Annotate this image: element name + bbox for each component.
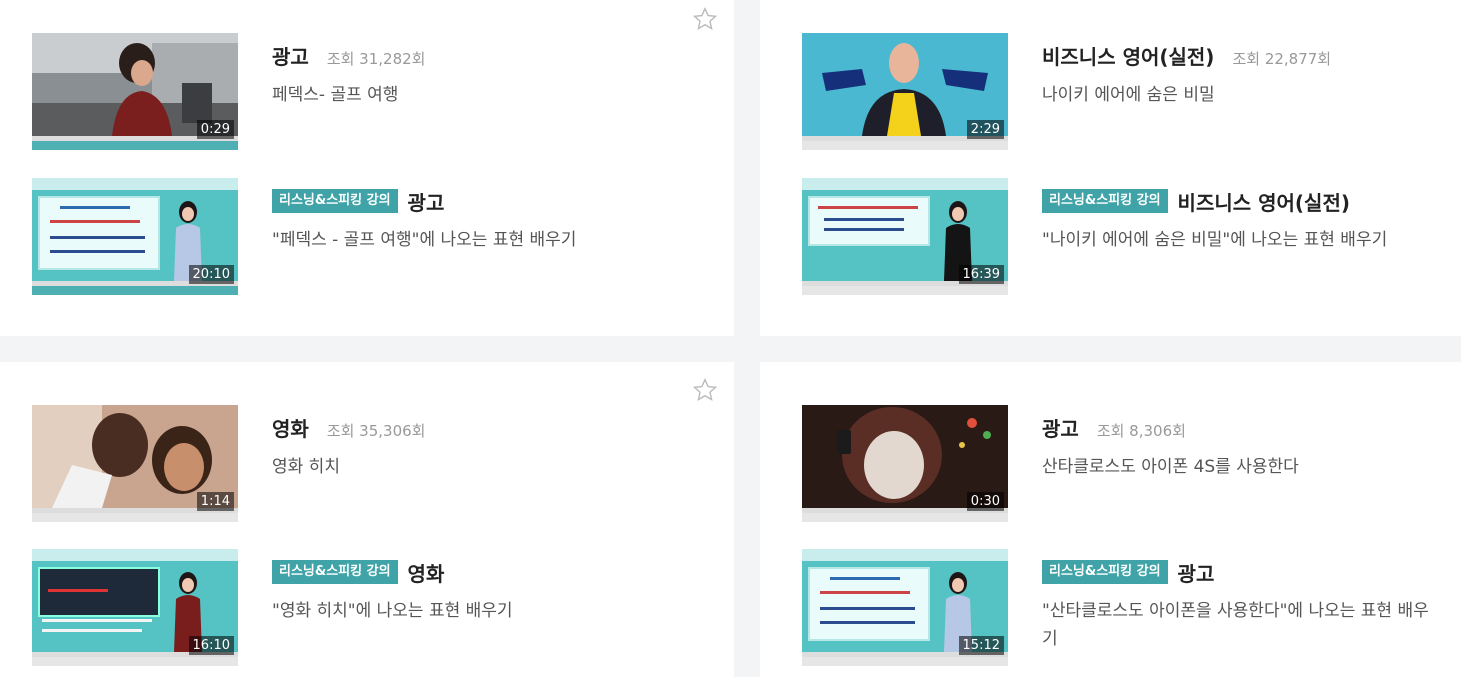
view-count: 조회 22,877회 <box>1232 50 1332 68</box>
star-icon[interactable] <box>692 377 718 403</box>
duration-label: 16:10 <box>188 636 234 655</box>
video-info: 영화 조회 35,306회 영화 히치 <box>272 413 692 481</box>
lecture-info: 리스닝&스피킹 강의 영화 "영화 히치"에 나오는 표현 배우기 <box>272 557 692 625</box>
video-info: 비즈니스 영어(실전) 조회 22,877회 나이키 에어에 숨은 비밀 <box>1042 41 1461 109</box>
duration-label: 0:30 <box>966 492 1004 511</box>
lecture-thumbnail[interactable]: 16:10 <box>32 549 238 666</box>
lecture-subtitle[interactable]: "나이키 에어에 숨은 비밀"에 나오는 표현 배우기 <box>1042 226 1461 254</box>
lecture-subtitle[interactable]: "산타클로스도 아이폰을 사용한다"에 나오는 표현 배우기 <box>1042 597 1432 653</box>
video-title[interactable]: 비즈니스 영어(실전) <box>1042 41 1214 70</box>
video-subtitle[interactable]: 영화 히치 <box>272 453 692 481</box>
lecture-title[interactable]: 광고 <box>1178 558 1215 587</box>
lecture-thumbnail[interactable]: 20:10 <box>32 178 238 295</box>
view-count: 조회 31,282회 <box>326 50 426 68</box>
video-subtitle[interactable]: 나이키 에어에 숨은 비밀 <box>1042 81 1461 109</box>
lecture-thumbnail[interactable]: 16:39 <box>802 178 1008 295</box>
lecture-thumbnail[interactable]: 15:12 <box>802 549 1008 666</box>
lecture-subtitle[interactable]: "페덱스 - 골프 여행"에 나오는 표현 배우기 <box>272 226 692 254</box>
view-count: 조회 8,306회 <box>1096 422 1186 440</box>
lecture-title[interactable]: 광고 <box>408 187 445 216</box>
video-thumbnail[interactable]: 1:14 <box>32 405 238 522</box>
video-info: 광고 조회 31,282회 페덱스- 골프 여행 <box>272 41 692 109</box>
lecture-badge: 리스닝&스피킹 강의 <box>1042 189 1168 213</box>
lecture-info: 리스닝&스피킹 강의 광고 "산타클로스도 아이폰을 사용한다"에 나오는 표현… <box>1042 557 1432 653</box>
lecture-subtitle[interactable]: "영화 히치"에 나오는 표현 배우기 <box>272 597 692 625</box>
video-title[interactable]: 광고 <box>272 41 309 70</box>
duration-label: 16:39 <box>958 265 1004 284</box>
lecture-title[interactable]: 비즈니스 영어(실전) <box>1178 187 1350 216</box>
lecture-badge: 리스닝&스피킹 강의 <box>272 189 398 213</box>
lecture-title[interactable]: 영화 <box>408 558 445 587</box>
video-subtitle[interactable]: 산타클로스도 아이폰 4S를 사용한다 <box>1042 453 1461 481</box>
lecture-info: 리스닝&스피킹 강의 비즈니스 영어(실전) "나이키 에어에 숨은 비밀"에 … <box>1042 186 1461 254</box>
video-thumbnail[interactable]: 0:30 <box>802 405 1008 522</box>
duration-label: 0:29 <box>196 120 234 139</box>
video-card: 0:30 광고 조회 8,306회 산타클로스도 아이폰 4S를 사용한다 15… <box>760 362 1461 677</box>
video-card: 2:29 비즈니스 영어(실전) 조회 22,877회 나이키 에어에 숨은 비… <box>760 0 1461 336</box>
duration-label: 2:29 <box>966 120 1004 139</box>
video-subtitle[interactable]: 페덱스- 골프 여행 <box>272 81 692 109</box>
duration-label: 20:10 <box>188 265 234 284</box>
duration-label: 1:14 <box>196 492 234 511</box>
video-thumbnail[interactable]: 0:29 <box>32 33 238 150</box>
video-card: 1:14 영화 조회 35,306회 영화 히치 16:10 리스닝&스피킹 강… <box>0 362 734 677</box>
star-icon[interactable] <box>692 6 718 32</box>
lecture-badge: 리스닝&스피킹 강의 <box>1042 560 1168 584</box>
video-thumbnail[interactable]: 2:29 <box>802 33 1008 150</box>
lecture-info: 리스닝&스피킹 강의 광고 "페덱스 - 골프 여행"에 나오는 표현 배우기 <box>272 186 692 254</box>
view-count: 조회 35,306회 <box>326 422 426 440</box>
video-title[interactable]: 영화 <box>272 413 309 442</box>
video-card: 0:29 광고 조회 31,282회 페덱스- 골프 여행 20:10 리스닝&… <box>0 0 734 336</box>
video-info: 광고 조회 8,306회 산타클로스도 아이폰 4S를 사용한다 <box>1042 413 1461 481</box>
video-title[interactable]: 광고 <box>1042 413 1079 442</box>
duration-label: 15:12 <box>958 636 1004 655</box>
lecture-badge: 리스닝&스피킹 강의 <box>272 560 398 584</box>
